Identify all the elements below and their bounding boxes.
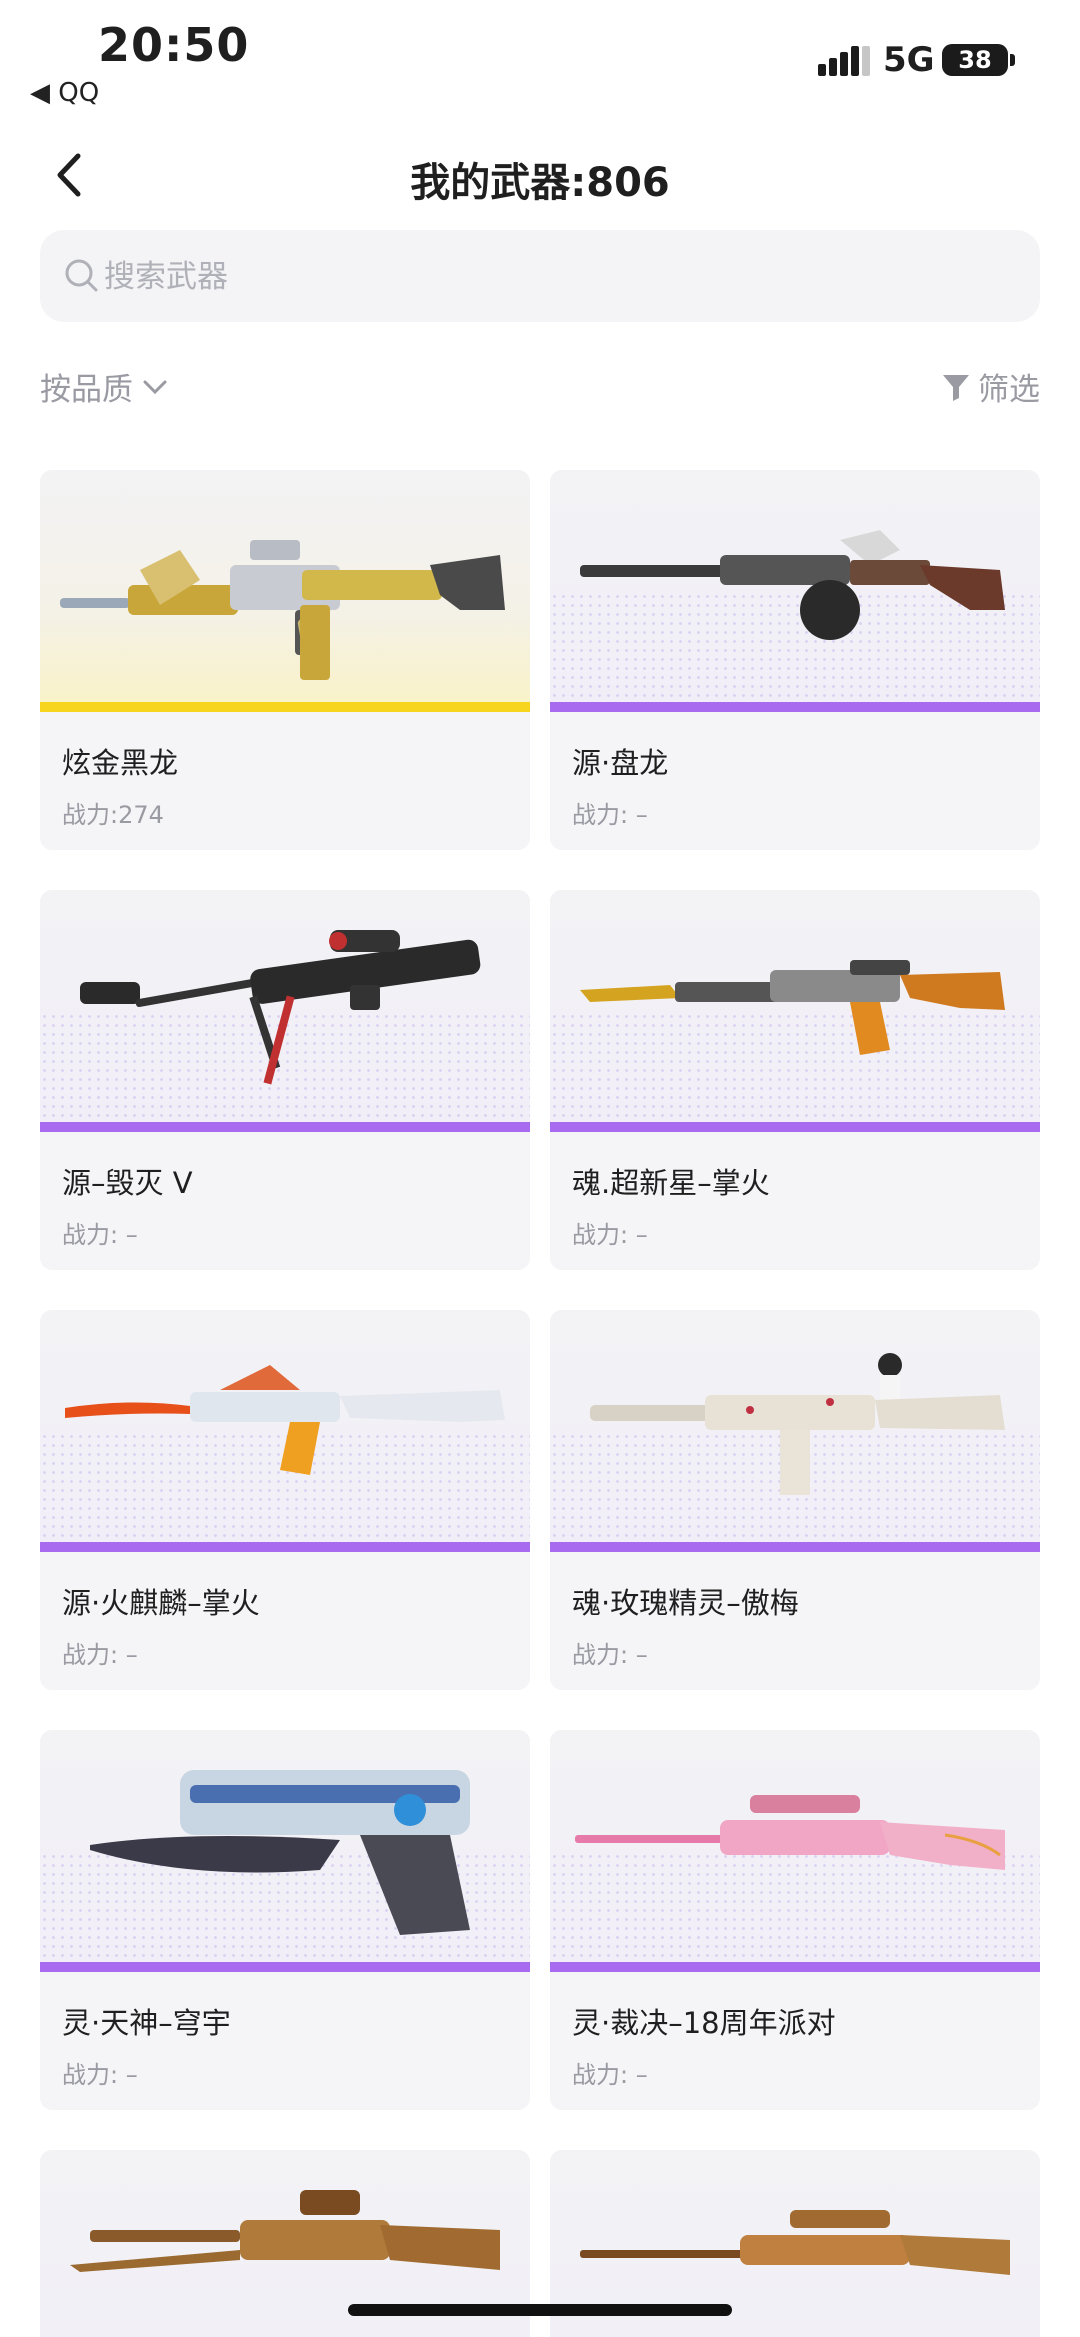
search-input[interactable] — [102, 230, 1006, 324]
weapon-card[interactable]: 源·火麒麟–掌火 战力: – — [40, 1310, 530, 1690]
search-icon — [65, 259, 98, 292]
weapon-power: 战力: – — [62, 1641, 138, 1669]
rarity-bar — [550, 1122, 1040, 1132]
weapon-card[interactable]: 魂·玫瑰精灵–傲梅 战力: – — [550, 1310, 1040, 1690]
weapon-image — [40, 890, 530, 1132]
weapon-image — [40, 1730, 530, 1972]
weapon-card[interactable]: 魂.超新星–掌火 战力: – — [550, 890, 1040, 1270]
rifle-image — [65, 1365, 505, 1475]
weapon-card[interactable]: 灵·裁决–18周年派对 战力: – — [550, 1730, 1040, 2110]
rarity-bar — [40, 1962, 530, 1972]
weapon-image — [40, 1310, 530, 1552]
rarity-bar — [550, 702, 1040, 712]
rarity-bar — [40, 1542, 530, 1552]
rifle-image — [60, 540, 505, 680]
search-box[interactable] — [40, 230, 1040, 324]
battery-tip — [1010, 54, 1015, 66]
battery-icon: 38 — [942, 44, 1008, 76]
status-bar: 20:50 ◀ QQ 5G 38 — [0, 0, 1080, 120]
rarity-bar — [40, 1122, 530, 1132]
weapon-power: 战力:274 — [62, 801, 164, 829]
filter-icon — [943, 374, 969, 401]
weapon-power: 战力: – — [62, 2061, 138, 2089]
weapon-name: 源·火麒麟–掌火 — [62, 1586, 260, 1620]
weapon-image — [550, 1730, 1040, 1972]
weapon-image — [40, 470, 530, 712]
weapon-name: 灵·裁决–18周年派对 — [572, 2006, 836, 2040]
weapon-power: 战力: – — [572, 2061, 648, 2089]
machine-gun-image — [580, 530, 1005, 640]
weapon-power: 战力: – — [572, 1221, 648, 1249]
signal-icon — [818, 46, 870, 76]
filter-label: 筛选 — [978, 372, 1040, 408]
nav-bar: 我的武器:806 — [0, 130, 1080, 220]
rarity-bar — [550, 1962, 1040, 1972]
page-title: 我的武器:806 — [410, 160, 670, 206]
chevron-down-icon — [143, 380, 167, 394]
rarity-bar — [40, 702, 530, 712]
rifle-image — [580, 960, 1005, 1055]
rifle-image — [590, 1353, 1005, 1495]
pistol-image — [90, 1770, 470, 1935]
sort-label: 按品质 — [40, 372, 133, 408]
weapon-image — [550, 1310, 1040, 1552]
status-time: 20:50 — [98, 18, 250, 72]
weapon-image — [550, 470, 1040, 712]
weapon-name: 源·盘龙 — [572, 746, 669, 780]
weapon-card[interactable]: 源·盘龙 战力: – — [550, 470, 1040, 850]
rarity-bar — [550, 1542, 1040, 1552]
weapon-power: 战力: – — [62, 1221, 138, 1249]
weapon-card[interactable]: 源–毁灭 V 战力: – — [40, 890, 530, 1270]
back-to-app-link[interactable]: ◀ QQ — [30, 78, 99, 108]
weapon-name: 源–毁灭 V — [62, 1166, 193, 1200]
sort-dropdown[interactable]: 按品质 — [40, 364, 169, 409]
filter-button[interactable]: 筛选 — [940, 364, 1040, 409]
weapon-name: 魂·玫瑰精灵–傲梅 — [572, 1586, 799, 1620]
weapon-card[interactable]: 灵·天神–穹宇 战力: – — [40, 1730, 530, 2110]
weapon-card[interactable]: 炫金黑龙 战力:274 — [40, 470, 530, 850]
weapon-power: 战力: – — [572, 801, 648, 829]
network-indicator: 5G — [883, 40, 935, 80]
home-indicator[interactable] — [348, 2304, 732, 2316]
sniper-rifle-image — [575, 1795, 1005, 1870]
weapon-name: 炫金黑龙 — [62, 746, 179, 780]
sniper-rifle-image — [80, 930, 481, 1085]
weapon-name: 灵·天神–穹宇 — [62, 2006, 231, 2040]
weapon-image — [550, 890, 1040, 1132]
weapon-name: 魂.超新星–掌火 — [572, 1166, 770, 1200]
weapon-power: 战力: – — [572, 1641, 648, 1669]
